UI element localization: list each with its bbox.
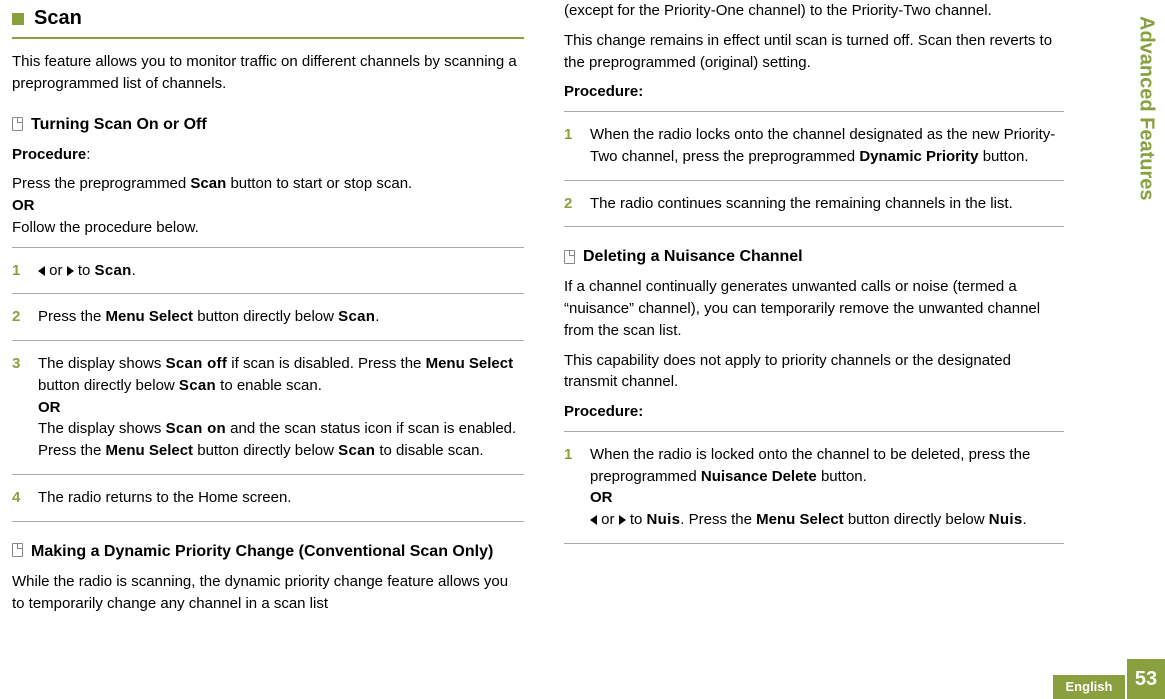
- body-text: If a channel continually generates unwan…: [564, 276, 1064, 341]
- procedure-label: Procedure:: [564, 81, 1064, 103]
- divider: [12, 37, 524, 39]
- procedure-text: Press the preprogrammed Scan button to s…: [12, 173, 524, 238]
- divider: [564, 226, 1064, 227]
- section-heading-scan: Scan: [12, 4, 524, 33]
- step-1: 1 or to Scan.: [12, 254, 524, 288]
- step-1: 1 When the radio is locked onto the chan…: [564, 438, 1064, 537]
- divider: [12, 293, 524, 294]
- subheading-title: Deleting a Nuisance Channel: [583, 245, 803, 268]
- step-number: 1: [564, 124, 576, 168]
- step-2: 2 The radio continues scanning the remai…: [564, 187, 1064, 221]
- side-label: Advanced Features: [1127, 10, 1165, 340]
- step-number: 1: [12, 260, 24, 282]
- body-text: This capability does not apply to priori…: [564, 350, 1064, 394]
- right-arrow-icon: [67, 266, 74, 276]
- divider: [564, 543, 1064, 544]
- heading-scan: Scan: [34, 4, 82, 33]
- step-number: 2: [12, 306, 24, 328]
- subheading-nuisance: Deleting a Nuisance Channel: [564, 245, 1064, 268]
- subheading-dynamic-priority: Making a Dynamic Priority Change (Conven…: [12, 540, 524, 563]
- step-number: 4: [12, 487, 24, 509]
- left-arrow-icon: [38, 266, 45, 276]
- bullet-square-icon: [12, 13, 24, 25]
- divider: [12, 474, 524, 475]
- divider: [564, 431, 1064, 432]
- step-2: 2 Press the Menu Select button directly …: [12, 300, 524, 334]
- right-arrow-icon: [619, 515, 626, 525]
- step-text: The radio returns to the Home screen.: [38, 487, 524, 509]
- subheading-title: Turning Scan On or Off: [31, 113, 207, 136]
- step-4: 4 The radio returns to the Home screen.: [12, 481, 524, 515]
- step-1: 1 When the radio locks onto the channel …: [564, 118, 1064, 174]
- divider: [12, 521, 524, 522]
- page-icon: [12, 117, 23, 131]
- body-text: While the radio is scanning, the dynamic…: [12, 571, 524, 615]
- intro-text: This feature allows you to monitor traff…: [12, 51, 524, 95]
- step-text: The radio continues scanning the remaini…: [590, 193, 1064, 215]
- left-arrow-icon: [590, 515, 597, 525]
- step-3: 3 The display shows Scan off if scan is …: [12, 347, 524, 468]
- step-number: 3: [12, 353, 24, 462]
- body-text: (except for the Priority-One channel) to…: [564, 0, 1064, 22]
- page-number: 53: [1127, 659, 1165, 699]
- divider: [12, 247, 524, 248]
- subheading-title: Making a Dynamic Priority Change (Conven…: [31, 540, 493, 563]
- procedure-label: Procedure:: [564, 401, 1064, 423]
- language-badge: English: [1053, 675, 1125, 699]
- divider: [12, 340, 524, 341]
- right-column: (except for the Priority-One channel) to…: [544, 0, 1084, 622]
- step-number: 1: [564, 444, 576, 531]
- procedure-label: Procedure:: [12, 144, 524, 166]
- step-number: 2: [564, 193, 576, 215]
- left-column: Scan This feature allows you to monitor …: [4, 0, 544, 622]
- subheading-turning-scan: Turning Scan On or Off: [12, 113, 524, 136]
- body-text: This change remains in effect until scan…: [564, 30, 1064, 74]
- divider: [564, 111, 1064, 112]
- divider: [564, 180, 1064, 181]
- page-icon: [12, 543, 23, 557]
- page-icon: [564, 250, 575, 264]
- side-tab: Advanced Features 53: [1127, 0, 1165, 699]
